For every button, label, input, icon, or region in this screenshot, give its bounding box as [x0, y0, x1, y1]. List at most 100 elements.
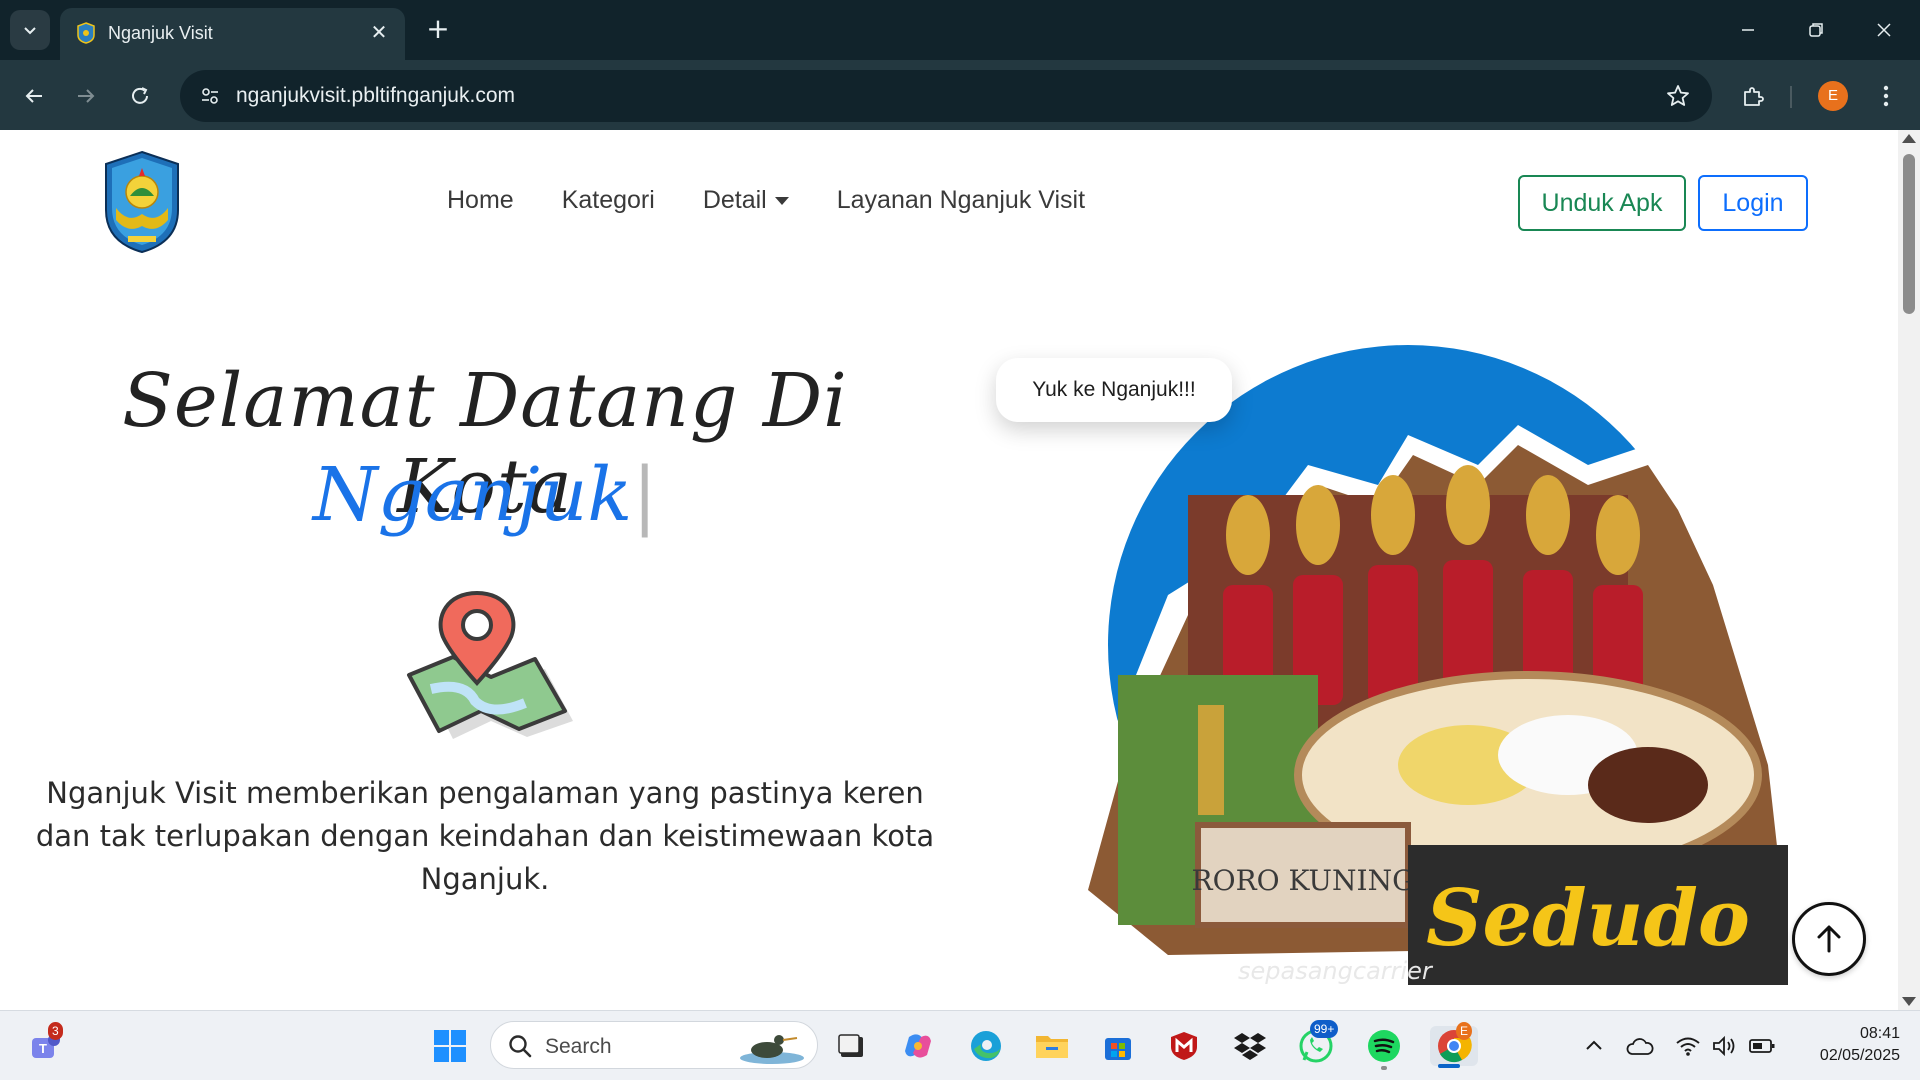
search-placeholder: Search [545, 1035, 612, 1058]
hero-collage-image: RORO KUNING Sedudo sepasangcarrier [1068, 345, 1808, 985]
browser-tab-bar: Nganjuk Visit ✕ + [0, 0, 1920, 60]
chevron-up-icon [1586, 1040, 1602, 1050]
chevron-down-icon [24, 27, 36, 35]
search-highlight-icon [740, 1035, 804, 1064]
nav-detail-dropdown[interactable]: Detail [703, 186, 789, 215]
star-icon [1667, 85, 1689, 106]
minimize-button[interactable] [1728, 14, 1768, 46]
page-viewport: Home Kategori Detail Layanan Nganjuk Vis… [0, 130, 1898, 1010]
roro-kuning-sign: RORO KUNING [1192, 864, 1415, 897]
microsoft-store-app[interactable] [1098, 1026, 1138, 1066]
minimize-icon [1742, 29, 1754, 31]
browser-toolbar: nganjukvisit.pbltifnganjuk.com E [0, 60, 1920, 130]
scroll-thumb[interactable] [1903, 154, 1915, 314]
watermark-text: sepasangcarrier [1238, 957, 1434, 985]
whatsapp-badge: 99+ [1310, 1020, 1339, 1038]
tab-title: Nganjuk Visit [108, 23, 213, 43]
nav-kategori[interactable]: Kategori [562, 186, 655, 215]
regency-emblem-icon [77, 22, 95, 44]
hero-description: Nganjuk Visit memberikan pengalaman yang… [35, 776, 935, 896]
address-bar[interactable]: nganjukvisit.pbltifnganjuk.com [180, 70, 1712, 122]
store-icon [1105, 1038, 1131, 1060]
reload-button[interactable] [122, 78, 158, 114]
windows-logo-icon [434, 1030, 466, 1062]
spotify-icon [1368, 1030, 1400, 1062]
forward-button[interactable] [68, 78, 104, 114]
network-tray[interactable] [1668, 1026, 1708, 1066]
scroll-up-arrow-icon[interactable] [1902, 134, 1916, 143]
folder-icon [1036, 1036, 1068, 1058]
nav-detail-label: Detail [702, 186, 767, 214]
close-icon [1877, 23, 1891, 37]
new-tab-button[interactable]: + [422, 14, 454, 46]
onedrive-tray[interactable] [1620, 1026, 1660, 1066]
teams-app[interactable]: T 3 [26, 1022, 66, 1066]
nav-home[interactable]: Home [447, 186, 514, 215]
volume-tray[interactable] [1704, 1026, 1744, 1066]
tab-search-button[interactable] [10, 10, 50, 50]
edge-icon [971, 1031, 1001, 1061]
show-hidden-icons[interactable] [1574, 1026, 1614, 1066]
chrome-active-indicator [1438, 1064, 1460, 1068]
caret-down-icon [774, 197, 789, 206]
mcafee-shield-icon [1171, 1032, 1197, 1060]
close-window-button[interactable] [1864, 14, 1904, 46]
system-clock[interactable]: 08:41 02/05/2025 [1780, 1023, 1900, 1067]
start-button[interactable] [430, 1026, 470, 1066]
task-view-icon [838, 1034, 863, 1057]
map-pin-icon [407, 590, 573, 739]
login-button[interactable]: Login [1698, 175, 1808, 231]
clock-time: 08:41 [1859, 1025, 1900, 1042]
url-text[interactable]: nganjukvisit.pbltifnganjuk.com [236, 84, 515, 108]
copilot-app[interactable] [898, 1026, 938, 1066]
battery-icon [1749, 1039, 1775, 1053]
browser-tab-active[interactable]: Nganjuk Visit ✕ [60, 8, 405, 60]
browser-menu-button[interactable] [1872, 78, 1900, 114]
wifi-icon [1676, 1037, 1700, 1056]
download-apk-button[interactable]: Unduk Apk [1518, 175, 1686, 231]
page-scrollbar[interactable] [1898, 130, 1920, 1010]
speaker-icon [1713, 1035, 1735, 1057]
tune-icon [202, 88, 218, 104]
windows-taskbar: T 3 Search 99+ E 08:41 02/05/2025 [0, 1010, 1920, 1080]
toolbar-separator [1790, 86, 1792, 108]
back-button[interactable] [16, 78, 52, 114]
svg-text:T: T [39, 1041, 47, 1056]
back-to-top-button[interactable] [1792, 902, 1866, 976]
cloud-icon [1626, 1038, 1654, 1055]
speech-bubble: Yuk ke Nganjuk!!! [996, 358, 1232, 422]
battery-tray[interactable] [1742, 1026, 1782, 1066]
reload-icon [132, 87, 148, 104]
task-view-app[interactable] [832, 1026, 872, 1066]
scroll-down-arrow-icon[interactable] [1902, 997, 1916, 1006]
site-info-button[interactable] [192, 78, 228, 114]
clock-date: 02/05/2025 [1819, 1047, 1900, 1064]
arrow-right-icon [78, 89, 95, 103]
typed-city: Nganjuk [312, 452, 633, 538]
restore-button[interactable] [1796, 14, 1836, 46]
chrome-app[interactable]: E [1430, 1022, 1478, 1066]
main-nav: Home Kategori Detail Layanan Nganjuk Vis… [447, 186, 1085, 215]
taskbar-search[interactable]: Search [490, 1021, 818, 1069]
arrow-up-icon [1817, 925, 1841, 953]
restore-icon [1809, 23, 1823, 37]
hero-typed-text: Nganjuk| [40, 452, 930, 538]
edge-app[interactable] [966, 1026, 1006, 1066]
teams-badge: 3 [48, 1022, 63, 1040]
whatsapp-app[interactable]: 99+ [1296, 1020, 1339, 1066]
spotify-app[interactable] [1364, 1026, 1404, 1066]
copilot-icon [905, 1034, 931, 1058]
nav-layanan[interactable]: Layanan Nganjuk Visit [837, 186, 1085, 215]
nganjuk-regency-logo[interactable] [102, 150, 182, 254]
more-vert-icon [1883, 85, 1889, 107]
spotify-running-indicator [1381, 1066, 1387, 1070]
arrow-left-icon [25, 89, 42, 103]
close-tab-icon[interactable]: ✕ [367, 20, 391, 44]
extensions-button[interactable] [1735, 78, 1771, 114]
mcafee-app[interactable] [1164, 1026, 1204, 1066]
file-explorer-app[interactable] [1032, 1026, 1072, 1066]
bookmark-button[interactable] [1664, 82, 1692, 110]
dropbox-app[interactable] [1230, 1026, 1270, 1066]
profile-avatar[interactable]: E [1818, 81, 1848, 111]
puzzle-icon [1744, 87, 1764, 106]
